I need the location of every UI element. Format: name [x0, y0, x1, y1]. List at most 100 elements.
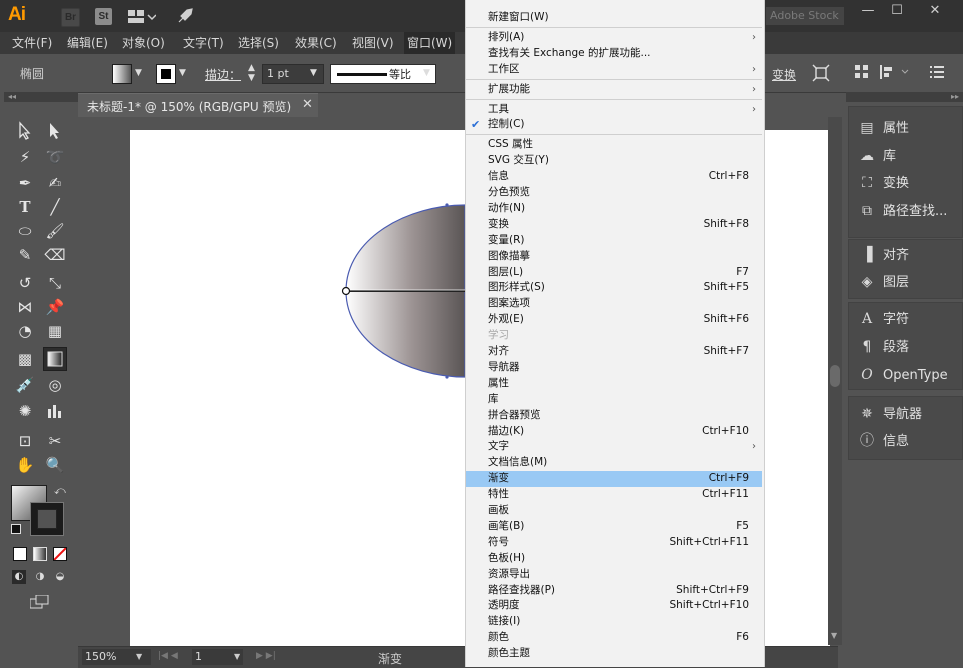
- window-menu-item[interactable]: 拼合器预览: [466, 408, 762, 424]
- window-menu-item[interactable]: 图层(L) F7: [466, 265, 762, 281]
- window-menu-item[interactable]: 链接(I): [466, 614, 762, 630]
- menu-object[interactable]: 对象(O): [119, 32, 168, 54]
- gradient-tool-icon[interactable]: [43, 347, 67, 371]
- artboard-tool-icon[interactable]: ⊡: [14, 430, 36, 452]
- collapse-tools-icon[interactable]: ◂◂: [4, 92, 78, 102]
- window-menu-item[interactable]: ✔ 控制(C): [466, 117, 762, 133]
- default-fill-stroke-icon[interactable]: [11, 524, 21, 534]
- scale-tool-icon[interactable]: ⤡: [44, 272, 66, 294]
- draw-inside-icon[interactable]: ◒: [53, 570, 67, 584]
- window-menu-item[interactable]: 新建窗口(W): [466, 10, 762, 26]
- ellipse-tool-icon[interactable]: ⬭: [14, 220, 36, 242]
- arrange-documents-icon[interactable]: [128, 9, 157, 25]
- minimize-button[interactable]: —: [855, 3, 881, 21]
- curvature-tool-icon[interactable]: ✍: [44, 172, 66, 194]
- window-menu-item[interactable]: 动作(N): [466, 201, 762, 217]
- lasso-tool-icon[interactable]: ➰: [44, 146, 66, 168]
- perspective-grid-tool-icon[interactable]: ▦: [44, 320, 66, 342]
- screen-mode-icon[interactable]: [29, 594, 50, 609]
- adobe-stock-search[interactable]: Adobe Stock: [766, 7, 844, 25]
- type-tool-icon[interactable]: T: [14, 196, 36, 218]
- window-menu-item[interactable]: 路径查找器(P) Shift+Ctrl+F9: [466, 583, 762, 599]
- fill-dropdown-icon[interactable]: ▼: [135, 68, 142, 78]
- stroke-stepper-icon[interactable]: ▲ ▼: [248, 63, 255, 83]
- isolate-icon[interactable]: [812, 64, 830, 85]
- artboard-dropdown-icon[interactable]: ▼: [234, 652, 240, 661]
- width-tool-icon[interactable]: ⋈: [14, 296, 36, 318]
- window-menu-item[interactable]: 变换 Shift+F8: [466, 217, 762, 233]
- collapse-panels-icon[interactable]: ▸▸: [846, 92, 963, 102]
- window-menu-item[interactable]: 对齐 Shift+F7: [466, 344, 762, 360]
- shape-builder-tool-icon[interactable]: ◔: [14, 320, 36, 342]
- stroke-weight-dropdown-icon[interactable]: ▼: [310, 68, 317, 78]
- window-menu-item[interactable]: 查找有关 Exchange 的扩展功能...: [466, 46, 762, 62]
- eraser-tool-icon[interactable]: ⌫: [44, 244, 66, 266]
- panel-properties[interactable]: ▤ 属性: [857, 115, 909, 141]
- first-artboard-icon[interactable]: |◀ ◀: [158, 651, 178, 661]
- transform-link[interactable]: 变换: [772, 66, 796, 83]
- panel-menu-icon[interactable]: [930, 66, 944, 81]
- bridge-icon[interactable]: Br: [61, 8, 80, 27]
- shaper-tool-icon[interactable]: ✎: [14, 244, 36, 266]
- stroke-dropdown-icon[interactable]: ▼: [179, 68, 186, 78]
- window-menu-item[interactable]: 画笔(B) F5: [466, 519, 762, 535]
- window-menu-item[interactable]: CSS 属性: [466, 137, 762, 153]
- window-menu-item[interactable]: 外观(E) Shift+F6: [466, 312, 762, 328]
- window-menu-item[interactable]: 排列(A) ›: [466, 30, 762, 46]
- rotate-tool-icon[interactable]: ↺: [14, 272, 36, 294]
- gradient-mode-icon[interactable]: [33, 547, 47, 561]
- window-menu-item[interactable]: 特性 Ctrl+F11: [466, 487, 762, 503]
- menu-window[interactable]: 窗口(W): [404, 32, 456, 54]
- window-menu-item[interactable]: 变量(R): [466, 233, 762, 249]
- stock-icon[interactable]: St: [95, 8, 112, 25]
- window-menu-item[interactable]: 库: [466, 392, 762, 408]
- symbol-sprayer-tool-icon[interactable]: ✺: [14, 400, 36, 422]
- column-graph-tool-icon[interactable]: [44, 400, 66, 422]
- panel-character[interactable]: A 字符: [857, 306, 909, 332]
- window-menu-item[interactable]: 扩展功能 ›: [466, 82, 762, 98]
- eyedropper-tool-icon[interactable]: 💉: [14, 374, 36, 396]
- selection-tool-icon[interactable]: [14, 120, 36, 142]
- puppet-warp-tool-icon[interactable]: 📌: [44, 296, 66, 318]
- window-menu-item[interactable]: 透明度 Shift+Ctrl+F10: [466, 598, 762, 614]
- menu-file[interactable]: 文件(F): [9, 32, 55, 54]
- stroke-profile-dropdown-icon[interactable]: ▼: [423, 68, 430, 78]
- gpu-rocket-icon[interactable]: [176, 7, 194, 25]
- scroll-down-icon[interactable]: ▼: [831, 631, 837, 640]
- window-menu-item[interactable]: 信息 Ctrl+F8: [466, 169, 762, 185]
- window-menu-item[interactable]: 颜色 F6: [466, 630, 762, 646]
- vertical-scrollbar[interactable]: ▼: [828, 117, 842, 645]
- window-menu-item[interactable]: 渐变 Ctrl+F9: [466, 471, 762, 488]
- next-artboard-icon[interactable]: ▶ ▶|: [256, 651, 276, 661]
- panel-transform[interactable]: ⛶ 变换: [857, 170, 909, 196]
- stroke-profile-select[interactable]: 等比: [330, 64, 436, 84]
- zoom-dropdown-icon[interactable]: ▼: [136, 652, 142, 661]
- menu-edit[interactable]: 编辑(E): [64, 32, 111, 54]
- paintbrush-tool-icon[interactable]: 🖌: [44, 220, 66, 242]
- window-menu-item[interactable]: 分色预览: [466, 185, 762, 201]
- color-mode-icon[interactable]: [13, 547, 27, 561]
- menu-view[interactable]: 视图(V): [349, 32, 397, 54]
- panel-paragraph[interactable]: ¶ 段落: [857, 334, 909, 360]
- pen-tool-icon[interactable]: ✒: [14, 172, 36, 194]
- window-menu-item[interactable]: 资源导出: [466, 567, 762, 583]
- stroke-label[interactable]: 描边：: [205, 66, 241, 83]
- direct-selection-tool-icon[interactable]: [44, 120, 66, 142]
- fill-color-swatch[interactable]: [112, 64, 132, 84]
- scrollbar-thumb[interactable]: [830, 365, 840, 387]
- align-panel-icon[interactable]: [880, 65, 912, 82]
- window-menu-item[interactable]: 图案选项: [466, 296, 762, 312]
- panel-align[interactable]: ▐ 对齐: [857, 242, 909, 268]
- panel-layers[interactable]: ◈ 图层: [857, 269, 909, 295]
- line-tool-icon[interactable]: ╱: [44, 196, 66, 218]
- magic-wand-tool-icon[interactable]: ⚡: [14, 146, 36, 168]
- blend-tool-icon[interactable]: ◎: [44, 374, 66, 396]
- draw-normal-icon[interactable]: ◐: [12, 570, 26, 584]
- maximize-button[interactable]: ☐: [884, 3, 910, 21]
- hand-tool-icon[interactable]: ✋: [14, 454, 36, 476]
- close-button[interactable]: ✕: [922, 3, 948, 21]
- window-menu-item[interactable]: 色板(H): [466, 551, 762, 567]
- panel-opentype[interactable]: O OpenType: [857, 362, 947, 388]
- menu-select[interactable]: 选择(S): [235, 32, 282, 54]
- zoom-tool-icon[interactable]: 🔍: [44, 454, 66, 476]
